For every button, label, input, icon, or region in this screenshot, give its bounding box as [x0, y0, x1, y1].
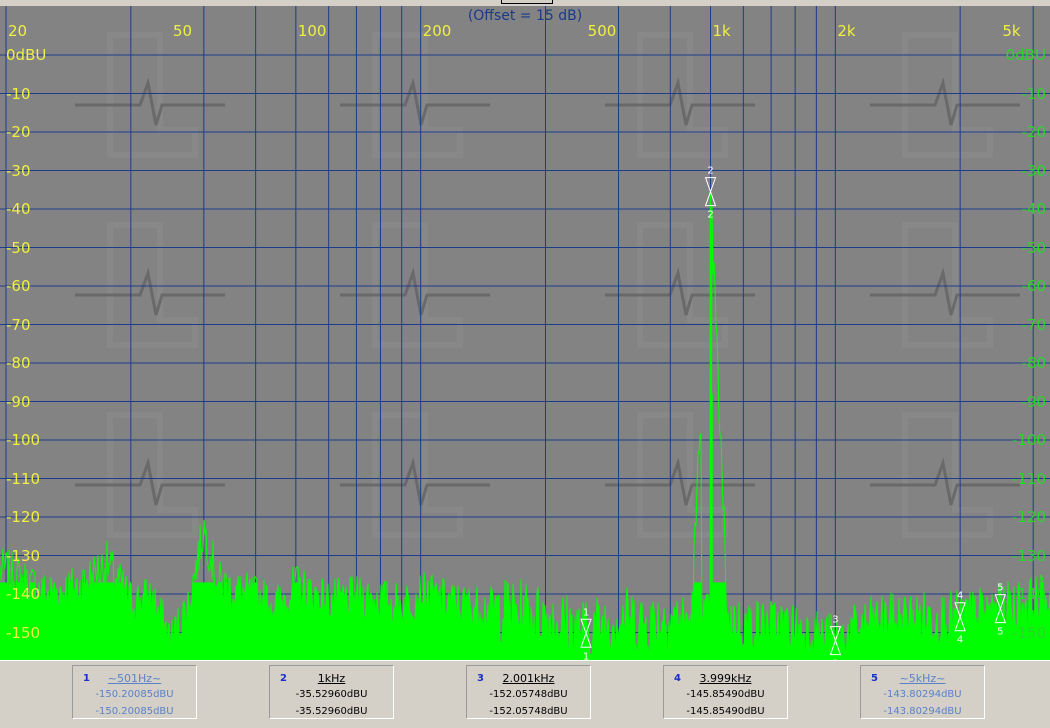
y-tick-label-left: -130	[6, 546, 41, 565]
y-tick-label-left: -30	[6, 161, 31, 180]
marker-label-bottom: 1	[583, 651, 589, 660]
marker-value-secondary: -35.52960dBU	[295, 706, 368, 717]
watermark-logo-icon	[870, 222, 1020, 348]
x-tick-label: 500	[587, 22, 617, 40]
y-tick-label-right: -110	[1011, 469, 1046, 488]
y-tick-label-left: -60	[6, 277, 31, 295]
x-tick-label: 1k	[712, 22, 731, 40]
y-tick-label-right: -130	[1011, 546, 1046, 565]
y-tick-label-left: -20	[6, 123, 31, 141]
y-tick-label-left: -100	[6, 431, 41, 449]
y-tick-label-right: -100	[1011, 431, 1046, 449]
marker-value: -35.52960dBU	[295, 689, 368, 700]
y-tick-label-right: -10	[1021, 84, 1047, 103]
marker-label-bottom: 4	[957, 635, 963, 646]
y-tick-label-right: -90	[1021, 392, 1047, 411]
marker-value: -150.20085dBU	[95, 689, 174, 700]
marker-value-secondary: -150.20085dBU	[95, 706, 174, 717]
marker-frequency[interactable]: 2.001kHz	[467, 672, 590, 685]
y-tick-label-left: -120	[6, 508, 41, 526]
marker-frequency[interactable]: ~501Hz~	[73, 672, 196, 685]
y-tick-label-right: -140	[1011, 585, 1046, 603]
y-tick-label-left: 0dBU	[6, 46, 47, 64]
marker-label-top: 3	[832, 615, 838, 626]
y-tick-label-left: -90	[6, 392, 31, 411]
y-tick-label-left: -50	[6, 238, 31, 257]
x-tick-label: 2k	[837, 22, 856, 40]
marker-readout-5[interactable]: 5 ~5kHz~ -143.80294dBU -143.80294dBU	[860, 665, 985, 719]
y-tick-label-left: -70	[6, 315, 31, 334]
marker-label-bottom: 2	[707, 210, 713, 221]
marker-frequency[interactable]: 3.999kHz	[664, 672, 787, 685]
watermark-logo-icon	[340, 32, 490, 158]
y-tick-label-right: -60	[1021, 277, 1047, 295]
x-tick-label: 20	[8, 22, 28, 40]
marker-readout-4[interactable]: 4 3.999kHz -145.85490dBU -145.85490dBU	[663, 665, 788, 719]
x-tick-label: 100	[297, 22, 327, 40]
offset-label: (Offset = 15 dB)	[467, 8, 583, 24]
analyzer-window: 1122334455 (Offset = 15 dB) 205010020050…	[0, 0, 1050, 728]
y-tick-label-left: -80	[6, 354, 31, 372]
y-tick-label-left: -40	[6, 200, 31, 218]
watermark-logo-icon	[605, 32, 755, 158]
watermark-logo-icon	[75, 222, 225, 348]
marker-label-top: 4	[957, 591, 963, 602]
x-tick-label: 5k	[1002, 22, 1021, 40]
x-tick-label: 200	[422, 22, 452, 40]
marker-readout-1[interactable]: 1 ~501Hz~ -150.20085dBU -150.20085dBU	[72, 665, 197, 719]
y-tick-label-right: -80	[1021, 354, 1047, 372]
y-tick-label-right: -40	[1021, 200, 1047, 218]
watermark-logo-icon	[75, 32, 225, 158]
y-tick-label-right: -20	[1021, 123, 1047, 141]
title-box	[501, 0, 553, 4]
y-tick-label-left: -150	[6, 623, 41, 642]
y-tick-label-right: -30	[1021, 161, 1047, 180]
marker-label-top: 1	[583, 607, 589, 618]
marker-readout-2[interactable]: 2 1kHz -35.52960dBU -35.52960dBU	[269, 665, 394, 719]
marker-value-secondary: -143.80294dBU	[883, 706, 962, 717]
marker-value: -152.05748dBU	[489, 689, 568, 700]
y-tick-label-left: -10	[6, 84, 31, 103]
marker-value: -145.85490dBU	[686, 689, 765, 700]
marker-frequency[interactable]: ~5kHz~	[861, 672, 984, 685]
y-tick-label-right: -150	[1011, 623, 1046, 642]
y-tick-label-right: -120	[1011, 508, 1046, 526]
y-tick-label-right: 0dBU	[1005, 46, 1046, 64]
y-tick-label-left: -110	[6, 469, 41, 488]
marker-value-secondary: -145.85490dBU	[686, 706, 765, 717]
marker-label-top: 5	[997, 583, 1003, 594]
spectrum-plot[interactable]: 1122334455 (Offset = 15 dB) 205010020050…	[0, 0, 1050, 660]
marker-value: -143.80294dBU	[883, 689, 962, 700]
y-tick-label-right: -50	[1021, 238, 1047, 257]
watermark-logo-icon	[605, 222, 755, 348]
marker-label-top: 2	[707, 166, 713, 177]
watermark-logo-icon	[870, 32, 1020, 158]
y-tick-label-left: -140	[6, 585, 41, 603]
watermark-logo-icon	[340, 222, 490, 348]
x-tick-label: 50	[173, 22, 193, 40]
marker-readout-3[interactable]: 3 2.001kHz -152.05748dBU -152.05748dBU	[466, 665, 591, 719]
marker-value-secondary: -152.05748dBU	[489, 706, 568, 717]
spectrum-svg: 1122334455	[0, 0, 1050, 660]
y-tick-label-right: -70	[1021, 315, 1047, 334]
marker-readout-bar: 1 ~501Hz~ -150.20085dBU -150.20085dBU 2 …	[0, 660, 1050, 728]
marker-frequency[interactable]: 1kHz	[270, 672, 393, 685]
marker-label-bottom: 5	[997, 627, 1003, 638]
watermark-logo-tiles	[75, 32, 1020, 538]
